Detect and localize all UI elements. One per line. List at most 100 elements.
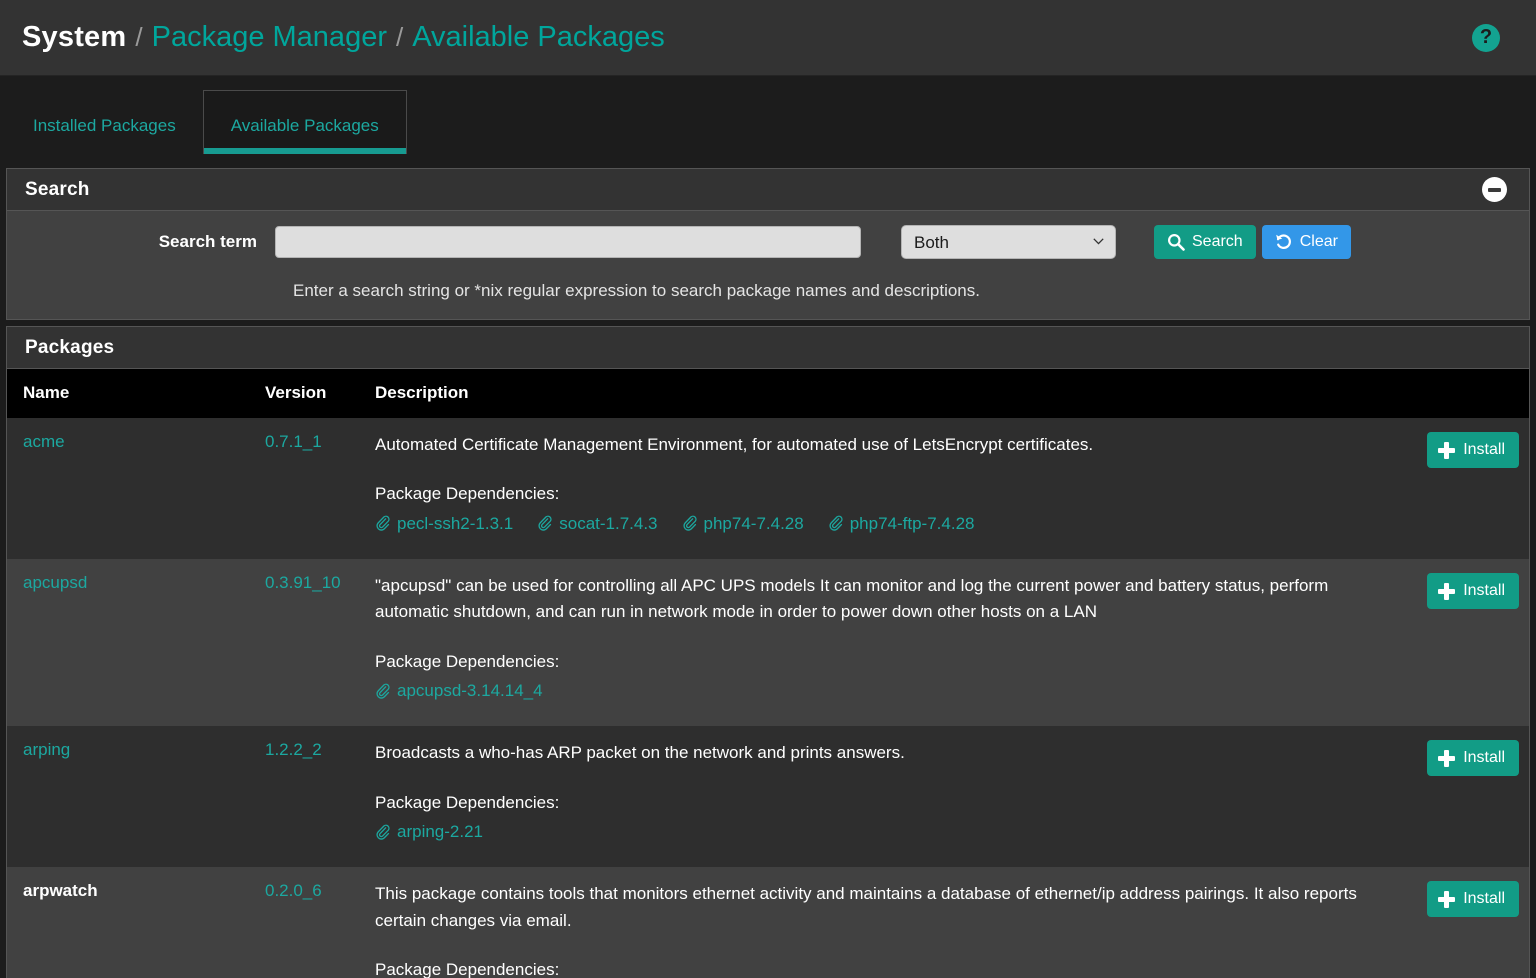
paperclip-icon <box>375 824 391 841</box>
dependencies-list: arping-2.21 <box>375 819 1385 845</box>
package-actions-cell: Install <box>1407 867 1529 978</box>
packages-panel: Packages Name Version Description acme 0.… <box>6 326 1530 978</box>
tab-available-packages[interactable]: Available Packages <box>203 90 407 154</box>
dependencies-label: Package Dependencies: <box>375 957 1385 978</box>
tab-installed-packages-label: Installed Packages <box>33 116 176 136</box>
column-header-actions <box>1407 369 1529 417</box>
search-panel-title: Search <box>25 179 1482 201</box>
package-name-label: acme <box>23 432 65 451</box>
dependency-link[interactable]: php74-7.4.28 <box>682 511 804 537</box>
search-help-spacer <box>7 281 275 301</box>
dependency-link[interactable]: socat-1.7.4.3 <box>537 511 657 537</box>
tab-available-packages-label: Available Packages <box>231 116 379 136</box>
package-description: Broadcasts a who-has ARP packet on the n… <box>375 740 1385 766</box>
package-name-link[interactable]: arpwatch <box>7 867 265 978</box>
search-panel-header: Search <box>7 169 1529 211</box>
package-description-cell: Broadcasts a who-has ARP packet on the n… <box>375 726 1407 867</box>
search-help-row: Enter a search string or *nix regular ex… <box>7 281 1529 301</box>
package-description-cell: Automated Certificate Management Environ… <box>375 417 1407 559</box>
package-version: 1.2.2_2 <box>265 726 375 867</box>
clear-button[interactable]: Clear <box>1262 225 1351 259</box>
package-description: Automated Certificate Management Environ… <box>375 432 1385 458</box>
plus-icon <box>1438 891 1455 908</box>
dependency-link[interactable]: php74-ftp-7.4.28 <box>828 511 975 537</box>
package-description-cell: "apcupsd" can be used for controlling al… <box>375 559 1407 726</box>
install-button-label: Install <box>1463 749 1505 767</box>
package-version-label: 0.3.91_10 <box>265 573 341 592</box>
packages-table-body: acme 0.7.1_1 Automated Certificate Managem… <box>7 417 1529 978</box>
search-scope-select[interactable]: Both <box>901 225 1116 259</box>
breadcrumb-link-available-packages[interactable]: Available Packages <box>412 21 665 54</box>
plus-icon <box>1438 750 1455 767</box>
search-button[interactable]: Search <box>1154 225 1256 259</box>
dependencies-list: apcupsd-3.14.14_4 <box>375 678 1385 704</box>
packages-table-head: Name Version Description <box>7 369 1529 417</box>
install-button[interactable]: Install <box>1427 573 1519 609</box>
paperclip-icon <box>537 515 553 532</box>
packages-panel-header: Packages <box>7 327 1529 369</box>
search-term-row: Search term Both Search <box>7 225 1529 259</box>
table-row: apcupsd 0.3.91_10 "apcupsd" can be used fo… <box>7 559 1529 726</box>
paperclip-icon <box>682 515 698 532</box>
paperclip-icon <box>375 683 391 700</box>
dependency-label: apcupsd-3.14.14_4 <box>397 678 543 704</box>
breadcrumb: System / Package Manager / Available Pac… <box>22 21 1472 54</box>
dependencies-list: pecl-ssh2-1.3.1 socat-1.7.4.3 php74-7.4.28… <box>375 511 1385 537</box>
packages-table: Name Version Description acme 0.7.1_1 Auto… <box>7 369 1529 978</box>
search-button-label: Search <box>1192 233 1243 251</box>
package-actions-cell: Install <box>1407 726 1529 867</box>
package-name-label: apcupsd <box>23 573 87 592</box>
breadcrumb-link-package-manager[interactable]: Package Manager <box>152 21 387 54</box>
package-version-label: 0.7.1_1 <box>265 432 322 451</box>
package-name-label: arping <box>23 740 70 759</box>
search-help-text: Enter a search string or *nix regular ex… <box>275 281 980 301</box>
install-button[interactable]: Install <box>1427 881 1519 917</box>
install-button-label: Install <box>1463 582 1505 600</box>
column-header-name: Name <box>7 369 265 417</box>
package-description-cell: This package contains tools that monitor… <box>375 867 1407 978</box>
tab-installed-packages[interactable]: Installed Packages <box>6 98 203 154</box>
column-header-description: Description <box>375 369 1407 417</box>
package-name-link[interactable]: acme <box>7 417 265 559</box>
package-description: "apcupsd" can be used for controlling al… <box>375 573 1385 626</box>
dependency-link[interactable]: arping-2.21 <box>375 819 483 845</box>
dependency-label: php74-7.4.28 <box>704 511 804 537</box>
dependencies-label: Package Dependencies: <box>375 481 1385 507</box>
search-icon <box>1167 233 1185 251</box>
table-row: arping 1.2.2_2Broadcasts a who-has ARP pa… <box>7 726 1529 867</box>
packages-table-header-row: Name Version Description <box>7 369 1529 417</box>
plus-icon <box>1438 583 1455 600</box>
search-panel: Search Search term Both Search <box>6 168 1530 320</box>
help-icon[interactable]: ? <box>1472 24 1500 52</box>
dependencies-label: Package Dependencies: <box>375 790 1385 816</box>
tab-bar: Installed Packages Available Packages <box>0 76 1536 168</box>
breadcrumb-separator-1: / <box>135 22 142 53</box>
breadcrumb-root: System <box>22 21 126 54</box>
install-button-label: Install <box>1463 890 1505 908</box>
package-actions-cell: Install <box>1407 417 1529 559</box>
package-version: 0.2.0_6 <box>265 867 375 978</box>
dependency-link[interactable]: pecl-ssh2-1.3.1 <box>375 511 513 537</box>
package-name-label: arpwatch <box>23 881 98 900</box>
column-header-version: Version <box>265 369 375 417</box>
minus-circle-icon[interactable] <box>1482 177 1507 202</box>
install-button[interactable]: Install <box>1427 432 1519 468</box>
dependencies-label: Package Dependencies: <box>375 649 1385 675</box>
help-icon-glyph: ? <box>1480 26 1492 49</box>
dependency-label: socat-1.7.4.3 <box>559 511 657 537</box>
search-scope-wrapper: Both <box>901 225 1116 259</box>
breadcrumb-separator-2: / <box>396 22 403 53</box>
install-button[interactable]: Install <box>1427 740 1519 776</box>
package-version-label: 0.2.0_6 <box>265 881 322 900</box>
dependency-label: arping-2.21 <box>397 819 483 845</box>
package-name-link[interactable]: apcupsd <box>7 559 265 726</box>
table-row: arpwatch 0.2.0_6 This package contains too… <box>7 867 1529 978</box>
package-name-link[interactable]: arping <box>7 726 265 867</box>
minus-circle-icon-bar <box>1488 188 1501 192</box>
search-input[interactable] <box>275 226 861 258</box>
search-term-label: Search term <box>7 232 275 252</box>
plus-icon <box>1438 442 1455 459</box>
dependency-link[interactable]: apcupsd-3.14.14_4 <box>375 678 543 704</box>
table-row: acme 0.7.1_1 Automated Certificate Managem… <box>7 417 1529 559</box>
paperclip-icon <box>828 515 844 532</box>
